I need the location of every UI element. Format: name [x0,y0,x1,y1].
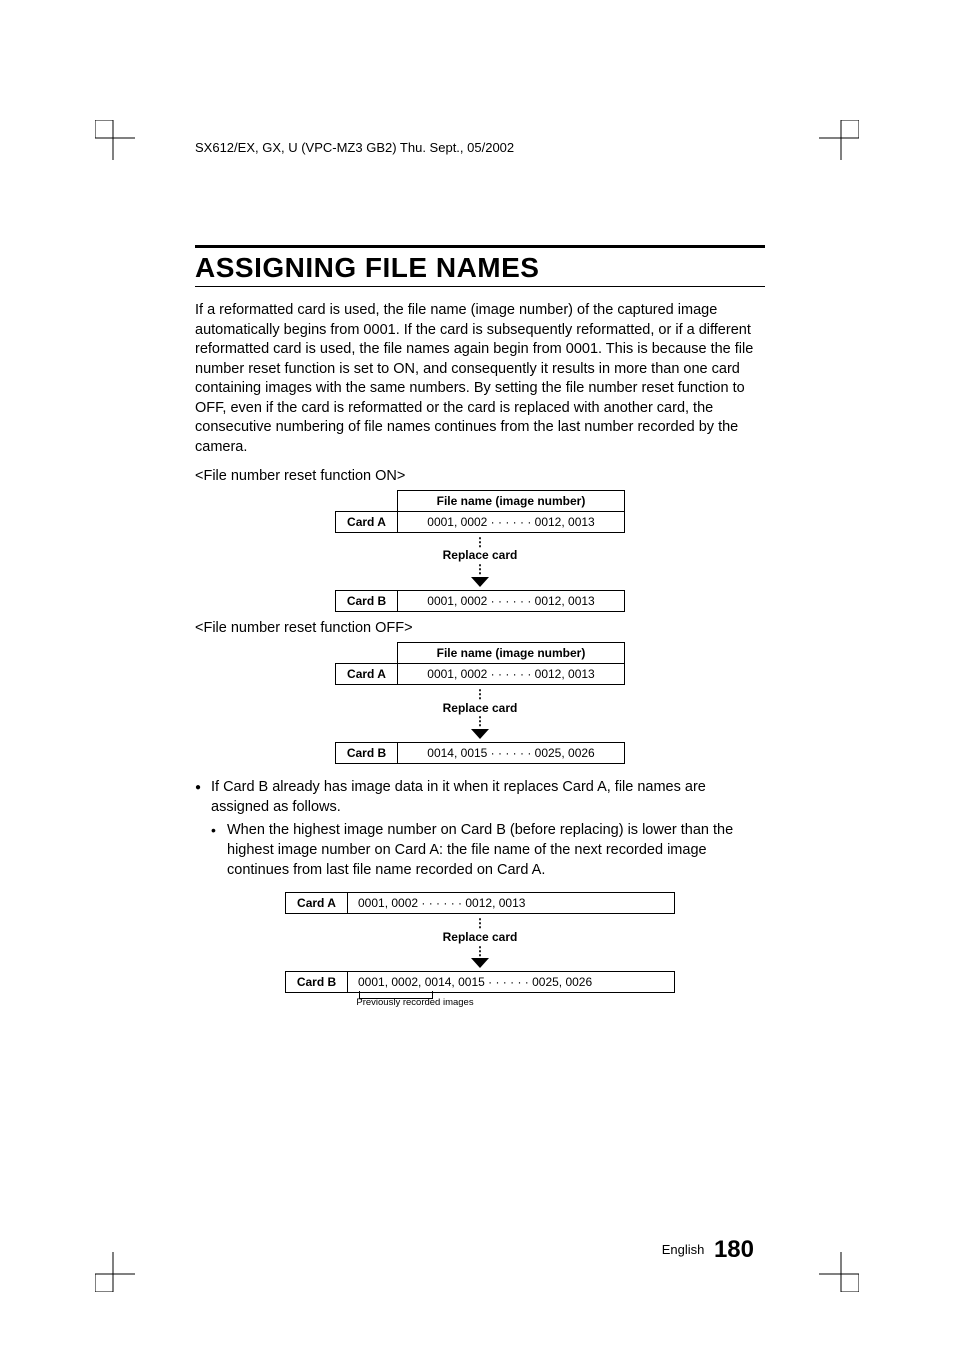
card-b-label: Card B [286,972,348,993]
registration-mark-br [809,1242,859,1292]
arrow-down-icon [285,958,675,968]
col-header: File name (image number) [398,490,625,511]
registration-mark-tr [809,120,859,170]
arrow-down-icon [335,729,625,739]
replace-label: Replace card [335,702,625,716]
section-label-on: <File number reset function ON> [195,468,765,484]
card-a-label: Card A [336,511,398,532]
card-a-label: Card A [286,893,348,914]
dots-icon: ⋮ [335,688,625,702]
bullet-item-2: When the highest image number on Card B … [195,821,765,880]
bracket-icon [359,991,433,999]
doc-header: SX612/EX, GX, U (VPC-MZ3 GB2) Thu. Sept.… [195,140,765,155]
page-title: ASSIGNING FILE NAMES [195,252,765,284]
diagram-reset-off: File name (image number) Card A0001, 000… [335,642,625,764]
card-a-label: Card A [336,663,398,684]
footer-language: English [662,1242,705,1257]
card-b-label: Card B [336,743,398,764]
table-off-a: File name (image number) Card A0001, 000… [335,642,625,685]
replace-block-wide: ⋮ Replace card ⋮ [285,914,675,971]
replace-block-on: ⋮ Replace card ⋮ [335,533,625,590]
card-a-seq: 0001, 0002 · · · · · · 0012, 0013 [398,511,625,532]
card-b-seq-wide: 0001, 0002, 0014, 0015 · · · · · · 0025,… [348,972,675,993]
replace-label: Replace card [335,549,625,563]
card-b-seq: 0001, 0002 · · · · · · 0012, 0013 [398,590,625,611]
card-a-seq: 0001, 0002 · · · · · · 0012, 0013 [348,893,675,914]
registration-mark-tl [95,120,145,170]
col-header: File name (image number) [398,642,625,663]
section-label-off: <File number reset function OFF> [195,620,765,636]
dots-icon: ⋮ [285,917,675,931]
diagram-prev-recorded: Card A0001, 0002 · · · · · · 0012, 0013 … [285,892,675,1008]
title-rule-top [195,245,765,248]
card-a-seq: 0001, 0002 · · · · · · 0012, 0013 [398,663,625,684]
table-on-a: File name (image number) Card A0001, 000… [335,490,625,533]
diagram-reset-on: File name (image number) Card A0001, 000… [335,490,625,612]
card-b-label: Card B [336,590,398,611]
title-rule-bottom [195,286,765,287]
card-b-seq-off: 0014, 0015 · · · · · · 0025, 0026 [398,743,625,764]
intro-paragraph: If a reformatted card is used, the file … [195,301,765,458]
table-wide-b: Card B0001, 0002, 0014, 0015 · · · · · ·… [285,971,675,993]
dots-icon: ⋮ [335,536,625,550]
prev-recorded-caption: Previously recorded images [285,997,675,1008]
table-on-b: Card B0001, 0002 · · · · · · 0012, 0013 [335,590,625,612]
registration-mark-bl [95,1242,145,1292]
arrow-down-icon [335,577,625,587]
dots-icon: ⋮ [285,945,675,959]
replace-block-off: ⋮ Replace card ⋮ [335,685,625,742]
table-off-b: Card B0014, 0015 · · · · · · 0025, 0026 [335,742,625,764]
dots-icon: ⋮ [335,715,625,729]
table-wide-a: Card A0001, 0002 · · · · · · 0012, 0013 [285,892,675,914]
footer-page-number: 180 [714,1236,754,1263]
replace-label: Replace card [285,931,675,945]
dots-icon: ⋮ [335,563,625,577]
bullet-item-1: If Card B already has image data in it w… [195,778,765,817]
page-footer: English 180 [662,1236,754,1264]
